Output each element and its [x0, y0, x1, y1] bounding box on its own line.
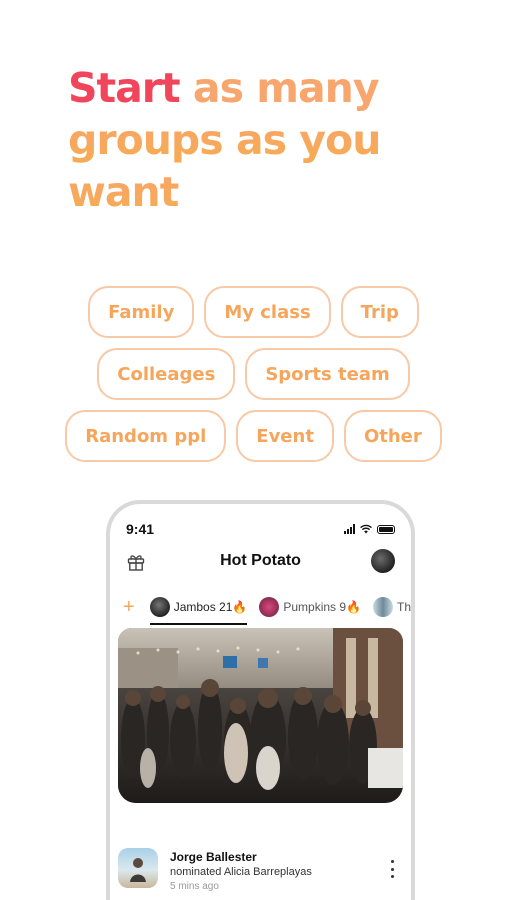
post-author-avatar[interactable]	[118, 848, 158, 888]
battery-icon	[377, 524, 395, 534]
phone-mockup: 9:41 Hot Potato + Jambos 21🔥 Pumpkins 9🔥	[106, 500, 415, 900]
chip-sports-team[interactable]: Sports team	[245, 348, 410, 400]
chip-colleagues[interactable]: Colleages	[97, 348, 236, 400]
group-tabs: + Jambos 21🔥 Pumpkins 9🔥 Th	[120, 591, 411, 625]
tab-label: Jambos 21🔥	[173, 600, 248, 614]
tab-jambos[interactable]: Jambos 21🔥	[149, 591, 248, 625]
more-options-icon[interactable]	[389, 860, 395, 878]
post-item[interactable]: Jorge Ballester nominated Alicia Barrepl…	[118, 848, 403, 898]
person-icon	[130, 858, 146, 882]
crowd-photo-image	[118, 628, 403, 803]
headline: Start as many groups as you want	[68, 62, 488, 218]
add-group-button[interactable]: +	[120, 596, 138, 619]
chip-row: Family My class Trip	[0, 286, 507, 338]
headline-line-1-rest: as many	[179, 64, 380, 112]
group-avatar	[259, 597, 280, 617]
status-time: 9:41	[126, 521, 155, 537]
headline-line-3: want	[68, 166, 488, 218]
tab-pumpkins[interactable]: Pumpkins 9🔥	[259, 591, 361, 623]
system-icons	[344, 524, 395, 534]
chip-event[interactable]: Event	[236, 410, 334, 462]
profile-avatar[interactable]	[371, 549, 395, 573]
signal-icon	[344, 524, 355, 534]
app-title: Hot Potato	[220, 552, 301, 569]
chip-row: Random ppl Event Other	[0, 410, 507, 462]
chip-my-class[interactable]: My class	[204, 286, 331, 338]
chip-other[interactable]: Other	[343, 410, 442, 462]
chip-row: Colleages Sports team	[0, 348, 507, 400]
post-author-name: Jorge Ballester	[170, 850, 257, 864]
tab-third-group[interactable]: Th	[372, 591, 411, 623]
chip-trip[interactable]: Trip	[340, 286, 419, 338]
post-action-text: nominated Alicia Barreplayas	[170, 866, 312, 878]
group-avatar	[372, 597, 393, 617]
wifi-icon	[360, 524, 372, 534]
chip-family[interactable]: Family	[88, 286, 195, 338]
tab-label: Th	[396, 600, 411, 614]
tab-label: Pumpkins 9🔥	[283, 600, 361, 614]
headline-line-2: groups as you	[68, 114, 488, 166]
post-timestamp: 5 mins ago	[170, 881, 219, 892]
chip-random-ppl[interactable]: Random ppl	[65, 410, 227, 462]
app-bar: Hot Potato	[110, 548, 411, 578]
post-photo[interactable]	[118, 628, 403, 803]
headline-line-1: Start as many	[68, 62, 488, 114]
group-avatar	[149, 597, 170, 617]
status-bar: 9:41	[126, 520, 395, 538]
group-type-chips: Family My class Trip Colleages Sports te…	[0, 286, 507, 472]
headline-start-word: Start	[68, 64, 181, 112]
